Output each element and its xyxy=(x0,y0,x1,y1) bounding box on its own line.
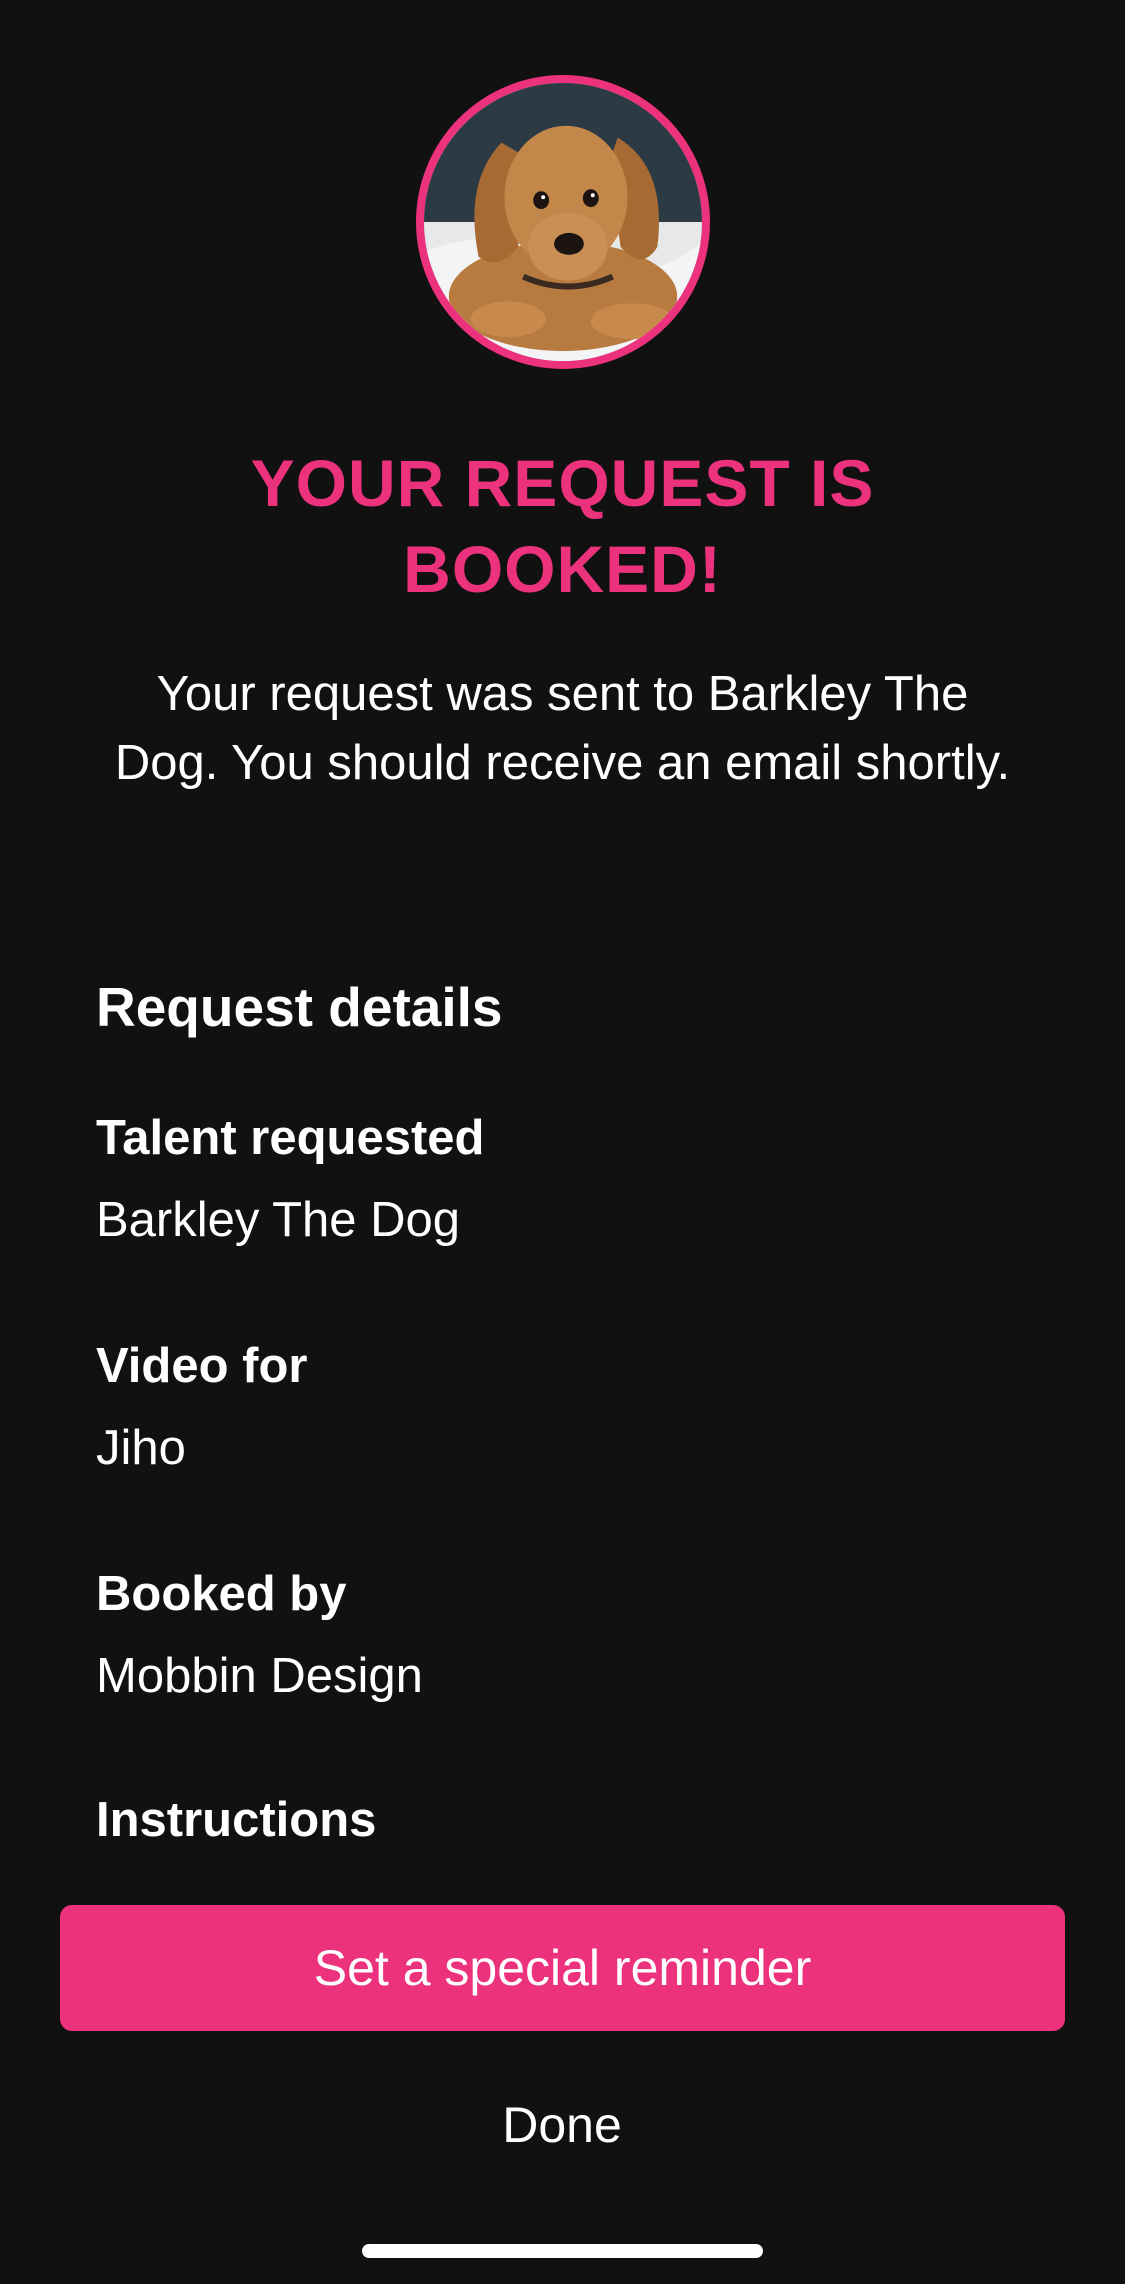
dog-photo-icon xyxy=(424,83,702,361)
detail-label: Instructions xyxy=(96,1793,377,1847)
set-reminder-button[interactable]: Set a special reminder xyxy=(60,1905,1065,2031)
home-indicator[interactable] xyxy=(362,2244,763,2258)
talent-avatar xyxy=(416,75,710,369)
detail-label: Talent requested xyxy=(96,1111,485,1165)
detail-label: Booked by xyxy=(96,1567,347,1621)
detail-value: Mobbin Design xyxy=(96,1649,423,1703)
detail-talent-requested: Talent requested Barkley The Dog xyxy=(96,1108,484,1250)
request-details-title: Request details xyxy=(96,976,503,1038)
detail-label: Video for xyxy=(96,1339,308,1393)
detail-video-for: Video for Jiho xyxy=(96,1336,307,1478)
done-button[interactable]: Done xyxy=(362,2085,762,2165)
detail-booked-by: Booked by Mobbin Design xyxy=(96,1564,423,1706)
booking-confirmation-title: YOUR REQUEST IS BOOKED! xyxy=(250,446,875,606)
detail-instructions: Instructions xyxy=(96,1790,376,1872)
detail-value: Jiho xyxy=(96,1421,186,1475)
detail-value: Barkley The Dog xyxy=(96,1193,461,1247)
booking-confirmation-message: Your request was sent to Barkley The Dog… xyxy=(114,667,1011,790)
